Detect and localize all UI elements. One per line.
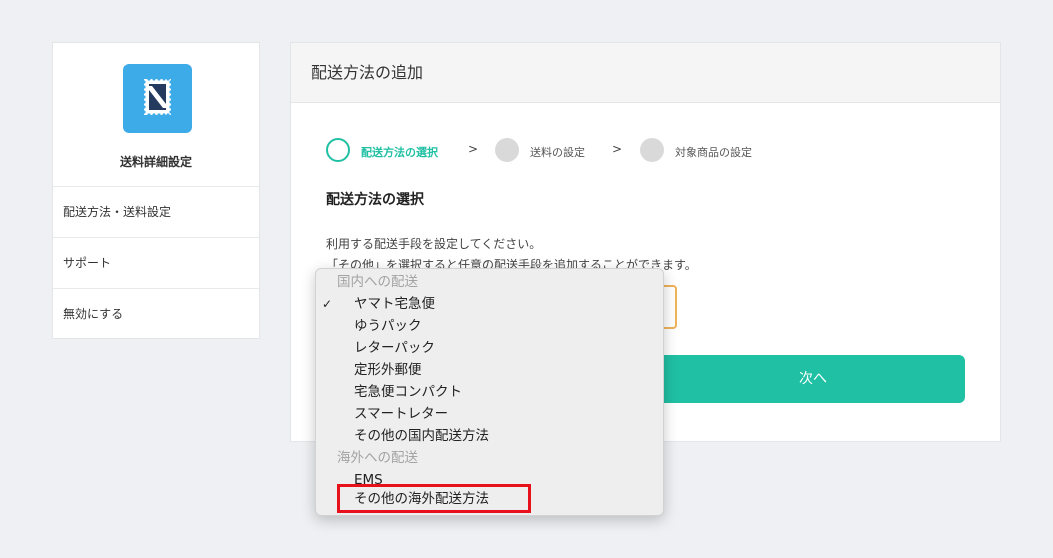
next-button[interactable]: 次へ: [661, 355, 965, 403]
step-3-label: 対象商品の設定: [675, 146, 752, 159]
sidebar-item-disable[interactable]: 無効にする: [53, 288, 259, 338]
sidebar-item-support[interactable]: サポート: [53, 237, 259, 287]
sidebar-item-shipping-settings[interactable]: 配送方法・送料設定: [53, 186, 259, 236]
option-smart-letter[interactable]: スマートレター: [316, 403, 663, 425]
step-2-label: 送料の設定: [530, 146, 585, 159]
shipping-method-select[interactable]: [663, 285, 677, 329]
stamp-icon: [123, 64, 192, 133]
step-1-indicator: [326, 138, 350, 162]
checkmark-icon: ✓: [322, 297, 333, 311]
chevron-right-icon: >: [612, 142, 623, 156]
option-other-overseas[interactable]: その他の海外配送方法: [316, 488, 663, 510]
option-yu-pack[interactable]: ゆうパック: [316, 315, 663, 337]
step-2-indicator: [495, 138, 519, 162]
option-teikeigai[interactable]: 定形外郵便: [316, 359, 663, 381]
option-yamato[interactable]: ✓ ヤマト宅急便: [316, 293, 663, 315]
section-title: 配送方法の選択: [326, 192, 424, 208]
sidebar: 送料詳細設定 配送方法・送料設定 サポート 無効にする: [52, 42, 260, 339]
group-label-domestic: 国内への配送: [337, 274, 418, 290]
step-1-label: 配送方法の選択: [361, 146, 438, 159]
description-line-1: 利用する配送手段を設定してください。: [326, 237, 542, 251]
option-compact[interactable]: 宅急便コンパクト: [316, 381, 663, 403]
page-title: 配送方法の追加: [291, 43, 1000, 103]
shipping-method-dropdown[interactable]: 国内への配送 ✓ ヤマト宅急便 ゆうパック レターパック 定形外郵便 宅急便コン…: [315, 268, 664, 516]
chevron-right-icon: >: [468, 142, 479, 156]
app-name: 送料詳細設定: [119, 155, 192, 169]
option-label: ヤマト宅急便: [354, 296, 435, 312]
step-3-indicator: [640, 138, 664, 162]
option-other-domestic[interactable]: その他の国内配送方法: [316, 425, 663, 447]
option-letter-pack[interactable]: レターパック: [316, 337, 663, 359]
group-label-overseas: 海外への配送: [337, 450, 418, 466]
